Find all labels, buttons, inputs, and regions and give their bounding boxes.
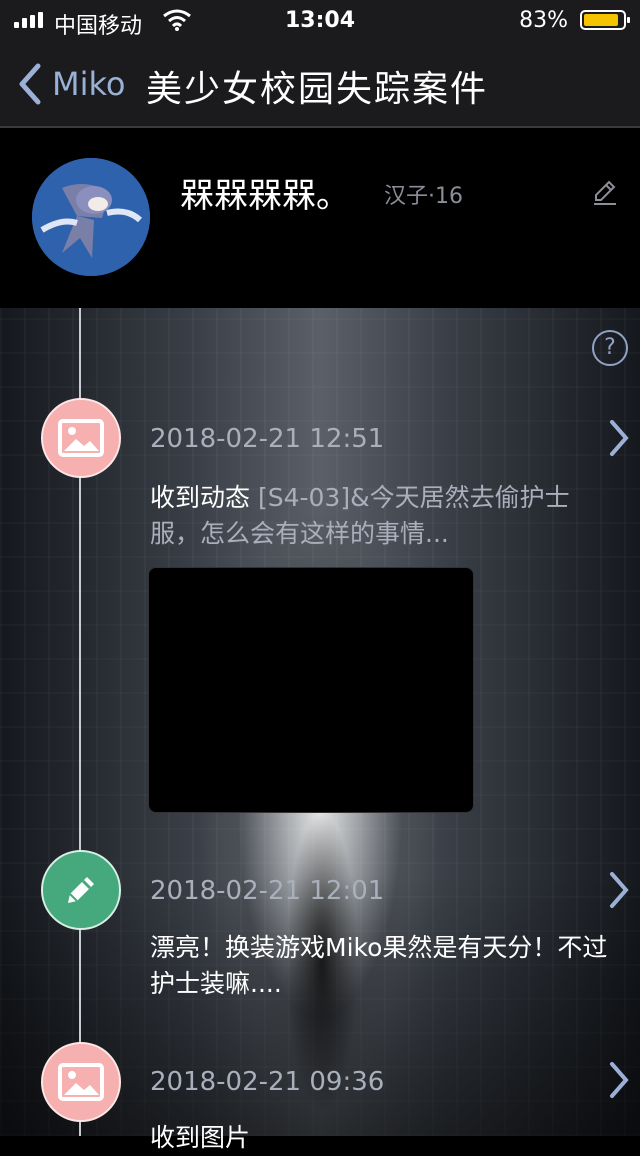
entry-date: 2018-02-21 12:01 bbox=[150, 876, 385, 906]
entry-date: 2018-02-21 09:36 bbox=[150, 1067, 385, 1097]
entry-text: 收到图片 bbox=[150, 1123, 251, 1152]
battery-percent: 83% bbox=[519, 8, 568, 33]
edit-pencil-icon[interactable] bbox=[590, 176, 620, 206]
cartoon-cat-avatar-image bbox=[32, 158, 150, 276]
page-title: 美少女校园失踪案件 bbox=[146, 69, 489, 110]
image-icon bbox=[41, 398, 121, 478]
entry-photo[interactable] bbox=[148, 567, 474, 813]
profile-header: 槑槑槑槑。 汉子·16 bbox=[0, 128, 640, 308]
pencil-icon bbox=[41, 850, 121, 930]
entry-text: 漂亮！换装游戏Miko果然是有天分！不过护士装嘛.... bbox=[150, 933, 608, 998]
chevron-right-icon[interactable] bbox=[608, 1060, 630, 1100]
avatar[interactable] bbox=[32, 158, 150, 276]
chevron-right-icon[interactable] bbox=[608, 418, 630, 458]
profile-name: 槑槑槑槑。 bbox=[180, 176, 350, 216]
image-icon bbox=[41, 1042, 121, 1122]
back-button[interactable]: Miko bbox=[16, 62, 125, 106]
entry-text: 收到动态 [S4-03]&今天居然去偷护士服，怎么会有这样的事情... bbox=[150, 483, 570, 548]
back-label: Miko bbox=[52, 65, 126, 103]
chevron-left-icon bbox=[19, 63, 41, 105]
profile-gender-age: 汉子·16 bbox=[384, 184, 463, 209]
entry-date: 2018-02-21 12:51 bbox=[150, 424, 385, 454]
battery-icon bbox=[580, 10, 630, 30]
chevron-right-icon[interactable] bbox=[608, 870, 630, 910]
help-button[interactable]: ? bbox=[592, 330, 628, 366]
status-bar: 中国移动 13:04 83% bbox=[0, 0, 640, 40]
navigation-bar: Miko 美少女校园失踪案件 bbox=[0, 40, 640, 128]
